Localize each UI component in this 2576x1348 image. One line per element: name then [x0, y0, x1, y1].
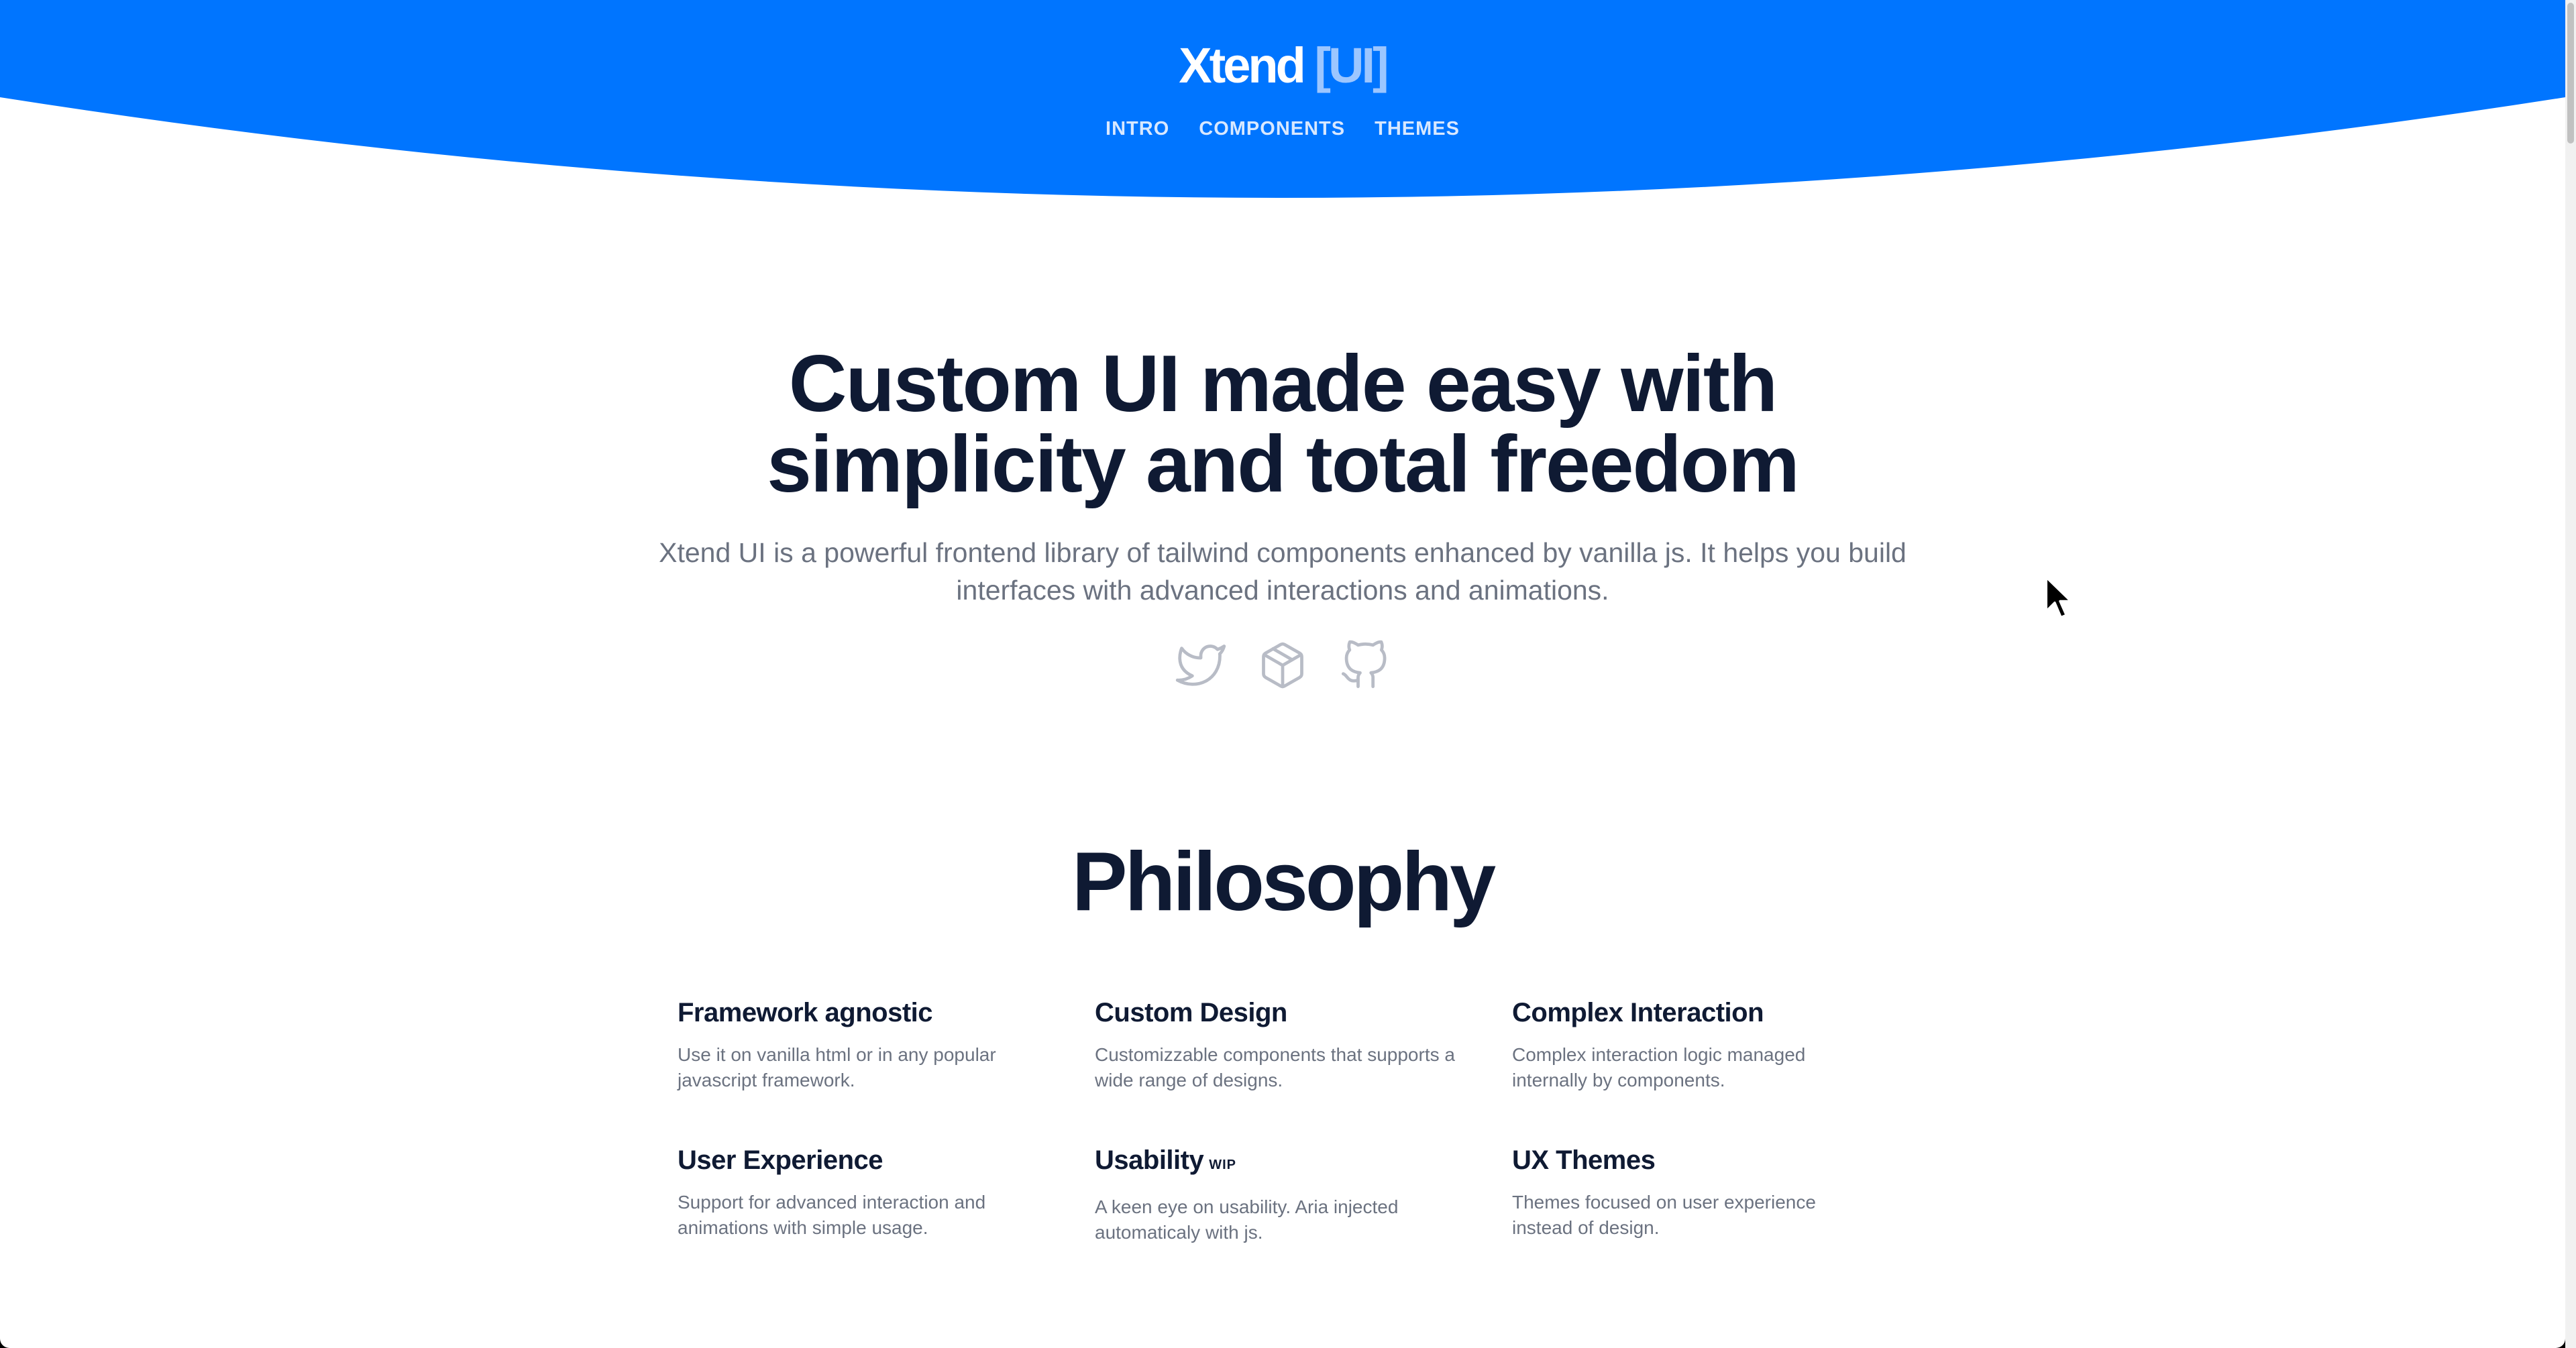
feature-description: Use it on vanilla html or in any popular… [678, 1044, 996, 1090]
feature-title-text: Usability [1095, 1145, 1204, 1175]
feature-user-experience: User Experience Support for advanced int… [678, 1143, 1095, 1245]
package-link[interactable] [1257, 640, 1308, 691]
feature-description: Complex interaction logic managed intern… [1512, 1044, 1806, 1090]
feature-title: Usability WIP [1095, 1143, 1512, 1182]
feature-description: Support for advanced interaction and ani… [678, 1192, 986, 1238]
wip-badge: WIP [1209, 1158, 1236, 1172]
github-link[interactable] [1339, 640, 1390, 691]
feature-title: UX Themes [1512, 1143, 1929, 1178]
feature-title: User Experience [678, 1143, 1095, 1178]
hero-title: Custom UI made easy with simplicity and … [0, 343, 2565, 504]
feature-title-text: UX Themes [1512, 1145, 1656, 1175]
twitter-icon [1175, 644, 1226, 686]
feature-description: A keen eye on usability. Aria injected a… [1095, 1196, 1399, 1243]
feature-complex-interaction: Complex Interaction Complex interaction … [1512, 995, 1929, 1093]
feature-title-text: Complex Interaction [1512, 998, 1764, 1027]
logo-text: Xtend [1179, 38, 1306, 93]
feature-title-text: User Experience [678, 1145, 883, 1175]
feature-framework-agnostic: Framework agnostic Use it on vanilla htm… [678, 995, 1095, 1093]
hero-description: Xtend UI is a powerful frontend library … [659, 537, 1907, 606]
mouse-cursor-icon [2045, 576, 2072, 619]
nav-link-intro[interactable]: INTRO [1106, 115, 1169, 142]
feature-ux-themes: UX Themes Themes focused on user experie… [1512, 1143, 1929, 1245]
feature-title: Complex Interaction [1512, 995, 1929, 1030]
nav-link-components[interactable]: COMPONENTS [1199, 115, 1345, 142]
feature-description: Themes focused on user experience instea… [1512, 1192, 1816, 1238]
feature-custom-design: Custom Design Customizzable components t… [1095, 995, 1512, 1093]
hero-title-line-1: Custom UI made easy with [788, 339, 1778, 429]
site-logo[interactable]: Xtend [UI] [0, 32, 2565, 99]
feature-description: Customizzable components that supports a… [1095, 1044, 1455, 1090]
github-icon [1341, 640, 1387, 689]
feature-title: Framework agnostic [678, 995, 1095, 1030]
philosophy-title: Philosophy [1071, 836, 1496, 928]
nav-link-themes[interactable]: THEMES [1375, 115, 1460, 142]
header-banner [0, 0, 2565, 198]
browser-viewport: Xtend [UI] INTRO COMPONENTS THEMES Custo… [0, 0, 2565, 1348]
feature-title-text: Custom Design [1095, 998, 1287, 1027]
feature-title-text: Framework agnostic [678, 998, 933, 1027]
logo-accent: [UI] [1314, 38, 1389, 93]
twitter-link[interactable] [1175, 640, 1226, 691]
feature-usability: Usability WIP A keen eye on usability. Ar… [1095, 1143, 1512, 1245]
package-icon [1262, 642, 1303, 689]
features-grid: Framework agnostic Use it on vanilla htm… [678, 995, 1952, 1245]
main-nav: INTRO COMPONENTS THEMES [0, 115, 2565, 142]
scrollbar-thumb[interactable] [2567, 3, 2574, 144]
feature-title: Custom Design [1095, 995, 1512, 1030]
hero-title-line-2: simplicity and total freedom [767, 419, 1800, 509]
page-scrollbar[interactable] [2565, 0, 2576, 1348]
social-links [0, 640, 2565, 691]
